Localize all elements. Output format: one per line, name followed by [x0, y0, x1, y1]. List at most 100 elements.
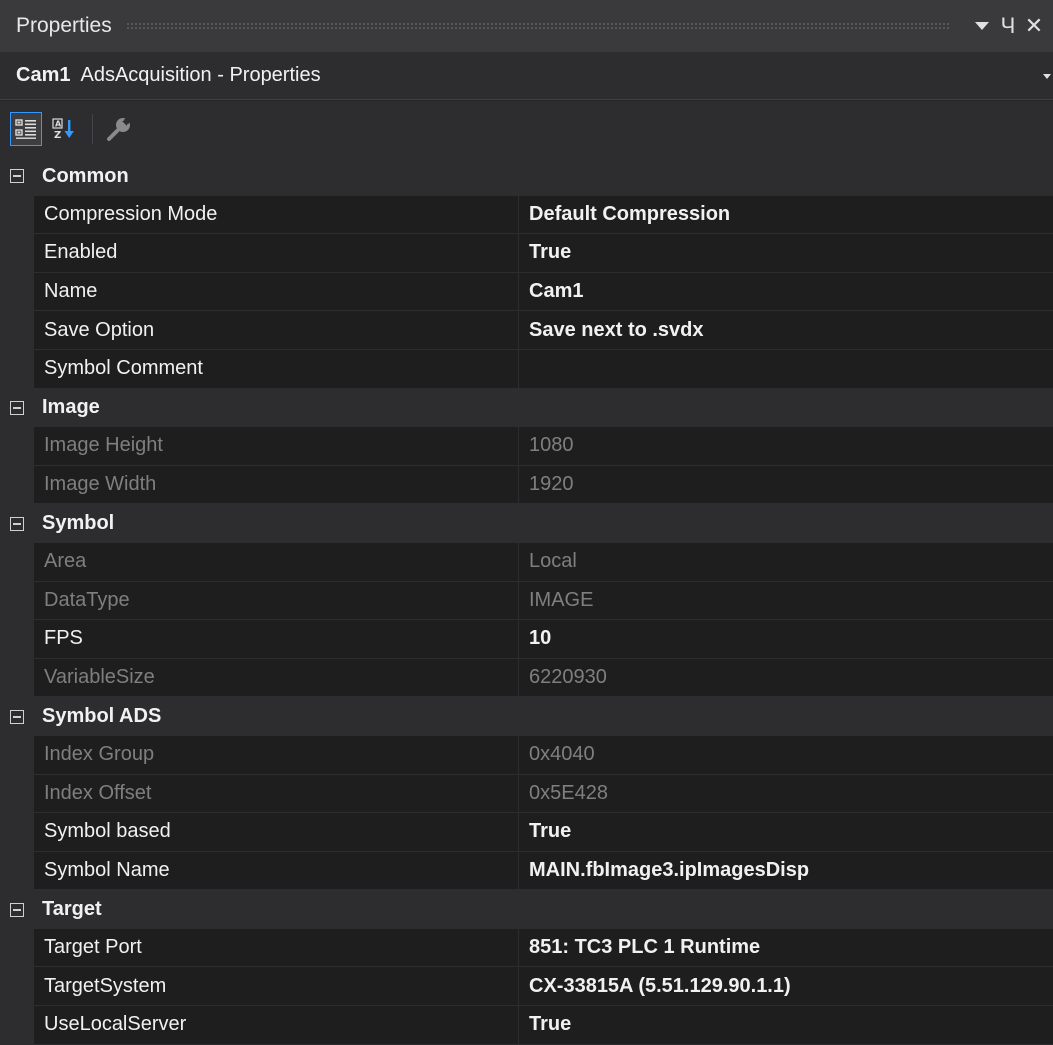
property-name: UseLocalServer	[34, 1006, 518, 1045]
row-gutter	[0, 349, 34, 389]
toolbar-separator	[92, 114, 93, 144]
property-name: Target Port	[34, 928, 518, 968]
category-header[interactable]: Image	[0, 388, 1053, 428]
collapse-icon[interactable]	[0, 505, 34, 543]
alphabetical-icon[interactable]: A Z	[48, 112, 80, 146]
property-row[interactable]: TargetSystem CX-33815A (5.51.129.90.1.1)	[0, 967, 1053, 1007]
property-name: Save Option	[34, 311, 518, 350]
property-value[interactable]: True	[518, 1006, 1053, 1045]
property-value[interactable]: CX-33815A (5.51.129.90.1.1)	[518, 967, 1053, 1007]
property-value[interactable]: Local	[518, 542, 1053, 582]
property-row[interactable]: Area Local	[0, 542, 1053, 582]
property-row[interactable]: Index Group 0x4040	[0, 735, 1053, 775]
row-gutter	[0, 465, 34, 505]
row-gutter	[0, 272, 34, 312]
property-name: Symbol Name	[34, 851, 518, 891]
category-header[interactable]: Symbol ADS	[0, 697, 1053, 736]
property-row[interactable]: Symbol Name MAIN.fbImage3.ipImagesDisp	[0, 851, 1053, 891]
collapse-icon[interactable]	[0, 698, 34, 736]
property-name: Name	[34, 272, 518, 312]
row-gutter	[0, 1006, 34, 1045]
property-grid: Common Compression Mode Default Compressio…	[0, 157, 1053, 1045]
property-row[interactable]: Symbol Comment	[0, 349, 1053, 389]
property-value[interactable]: Save next to .svdx	[518, 311, 1053, 350]
property-row[interactable]: Symbol based True	[0, 813, 1053, 852]
property-name: TargetSystem	[34, 967, 518, 1007]
property-name: Compression Mode	[34, 195, 518, 235]
category-label: Symbol ADS	[42, 705, 162, 728]
category-label: Symbol	[42, 512, 115, 535]
property-pages-icon[interactable]	[103, 112, 135, 146]
object-selector[interactable]: Cam1 AdsAcquisition - Properties	[0, 52, 1053, 100]
property-value[interactable]: 0x5E428	[518, 774, 1053, 814]
property-value[interactable]: Cam1	[518, 272, 1053, 312]
row-gutter	[0, 311, 34, 350]
property-value[interactable]	[518, 349, 1053, 389]
row-gutter	[0, 928, 34, 968]
row-gutter	[0, 234, 34, 273]
row-gutter	[0, 427, 34, 466]
property-row[interactable]: FPS 10	[0, 620, 1053, 659]
chevron-down-icon[interactable]	[969, 11, 995, 41]
collapse-icon[interactable]	[0, 891, 34, 929]
object-type: AdsAcquisition - Properties	[80, 64, 321, 86]
property-row[interactable]: Image Width 1920	[0, 465, 1053, 505]
row-gutter	[0, 774, 34, 814]
panel-title: Properties	[16, 14, 112, 37]
property-value[interactable]: Default Compression	[518, 195, 1053, 235]
property-value[interactable]: 1920	[518, 465, 1053, 505]
drag-grip[interactable]	[125, 22, 951, 30]
property-row[interactable]: Target Port 851: TC3 PLC 1 Runtime	[0, 928, 1053, 968]
row-gutter	[0, 813, 34, 852]
property-row[interactable]: UseLocalServer True	[0, 1006, 1053, 1045]
category-label: Target	[42, 898, 102, 921]
property-name: Index Offset	[34, 774, 518, 814]
properties-panel: Properties Ч ✕ Cam1 AdsAcquisition - Pro…	[0, 0, 1053, 1045]
category-header[interactable]: Target	[0, 890, 1053, 929]
property-value[interactable]: MAIN.fbImage3.ipImagesDisp	[518, 851, 1053, 891]
property-name: Area	[34, 542, 518, 582]
property-row[interactable]: Index Offset 0x5E428	[0, 774, 1053, 814]
svg-text:Z: Z	[54, 130, 61, 141]
property-value[interactable]: True	[518, 813, 1053, 852]
dropdown-caret-icon[interactable]	[1043, 74, 1051, 79]
property-value[interactable]: 851: TC3 PLC 1 Runtime	[518, 928, 1053, 968]
properties-toolbar: A Z	[0, 101, 1053, 157]
svg-text:A: A	[55, 120, 62, 129]
row-gutter	[0, 851, 34, 891]
property-value[interactable]: 0x4040	[518, 735, 1053, 775]
property-row[interactable]: Compression Mode Default Compression	[0, 195, 1053, 235]
property-name: Symbol based	[34, 813, 518, 852]
category-label: Common	[42, 164, 129, 187]
property-name: Enabled	[34, 234, 518, 273]
row-gutter	[0, 735, 34, 775]
property-value[interactable]: IMAGE	[518, 581, 1053, 621]
property-row[interactable]: DataType IMAGE	[0, 581, 1053, 621]
pin-icon[interactable]: Ч	[995, 11, 1021, 41]
property-row[interactable]: Name Cam1	[0, 272, 1053, 312]
property-row[interactable]: VariableSize 6220930	[0, 658, 1053, 698]
category-header[interactable]: Common	[0, 157, 1053, 196]
panel-title-bar[interactable]: Properties Ч ✕	[0, 0, 1053, 52]
property-row[interactable]: Image Height 1080	[0, 427, 1053, 466]
row-gutter	[0, 967, 34, 1007]
collapse-icon[interactable]	[0, 157, 34, 195]
property-name: Symbol Comment	[34, 349, 518, 389]
row-gutter	[0, 620, 34, 659]
property-value[interactable]: 10	[518, 620, 1053, 659]
categorized-icon[interactable]	[10, 112, 42, 146]
property-row[interactable]: Save Option Save next to .svdx	[0, 311, 1053, 350]
property-row[interactable]: Enabled True	[0, 234, 1053, 273]
property-name: DataType	[34, 581, 518, 621]
property-value[interactable]: 6220930	[518, 658, 1053, 698]
row-gutter	[0, 581, 34, 621]
property-name: Index Group	[34, 735, 518, 775]
property-name: FPS	[34, 620, 518, 659]
category-label: Image	[42, 396, 100, 419]
property-value[interactable]: 1080	[518, 427, 1053, 466]
property-value[interactable]: True	[518, 234, 1053, 273]
row-gutter	[0, 542, 34, 582]
collapse-icon[interactable]	[0, 389, 34, 427]
category-header[interactable]: Symbol	[0, 504, 1053, 543]
close-icon[interactable]: ✕	[1021, 11, 1047, 41]
